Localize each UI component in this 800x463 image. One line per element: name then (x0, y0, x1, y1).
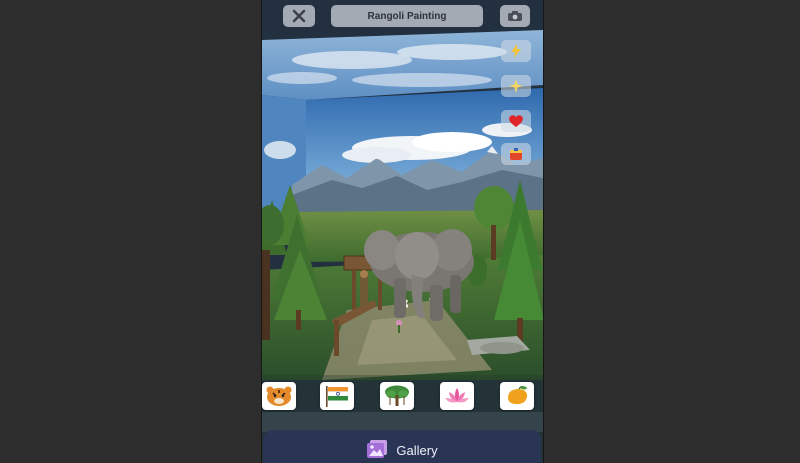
close-button[interactable] (283, 5, 315, 27)
phone-screen: Rangoli Painting Gallery (261, 0, 544, 463)
camera-button[interactable] (500, 5, 530, 27)
paint-bucket-icon (510, 148, 522, 160)
banyan-tree-icon (385, 385, 409, 406)
india-flag-icon (326, 386, 349, 407)
favorite-button[interactable] (501, 110, 531, 132)
camera-icon (508, 11, 522, 21)
sticker-mango[interactable] (500, 382, 534, 410)
sticker-banyan-tree[interactable] (380, 382, 414, 410)
sticker-india-flag[interactable] (320, 382, 354, 410)
paint-bucket-button[interactable] (501, 143, 531, 165)
close-icon (292, 9, 306, 23)
gallery-label: Gallery (396, 442, 438, 458)
flash-button[interactable] (501, 40, 531, 62)
sticker-lotus[interactable] (440, 382, 474, 410)
gallery-icon (367, 440, 388, 458)
heart-icon (509, 115, 523, 127)
lotus-icon (445, 388, 469, 403)
sticker-tiger[interactable] (262, 382, 296, 410)
lightning-icon (511, 44, 521, 58)
page-title: Rangoli Painting (331, 5, 483, 27)
sparkle-icon (509, 79, 523, 93)
effects-button[interactable] (501, 75, 531, 97)
sticker-tray (262, 382, 543, 414)
mango-icon (508, 386, 528, 405)
tiger-icon (266, 386, 292, 406)
gallery-button[interactable]: Gallery (263, 430, 541, 463)
